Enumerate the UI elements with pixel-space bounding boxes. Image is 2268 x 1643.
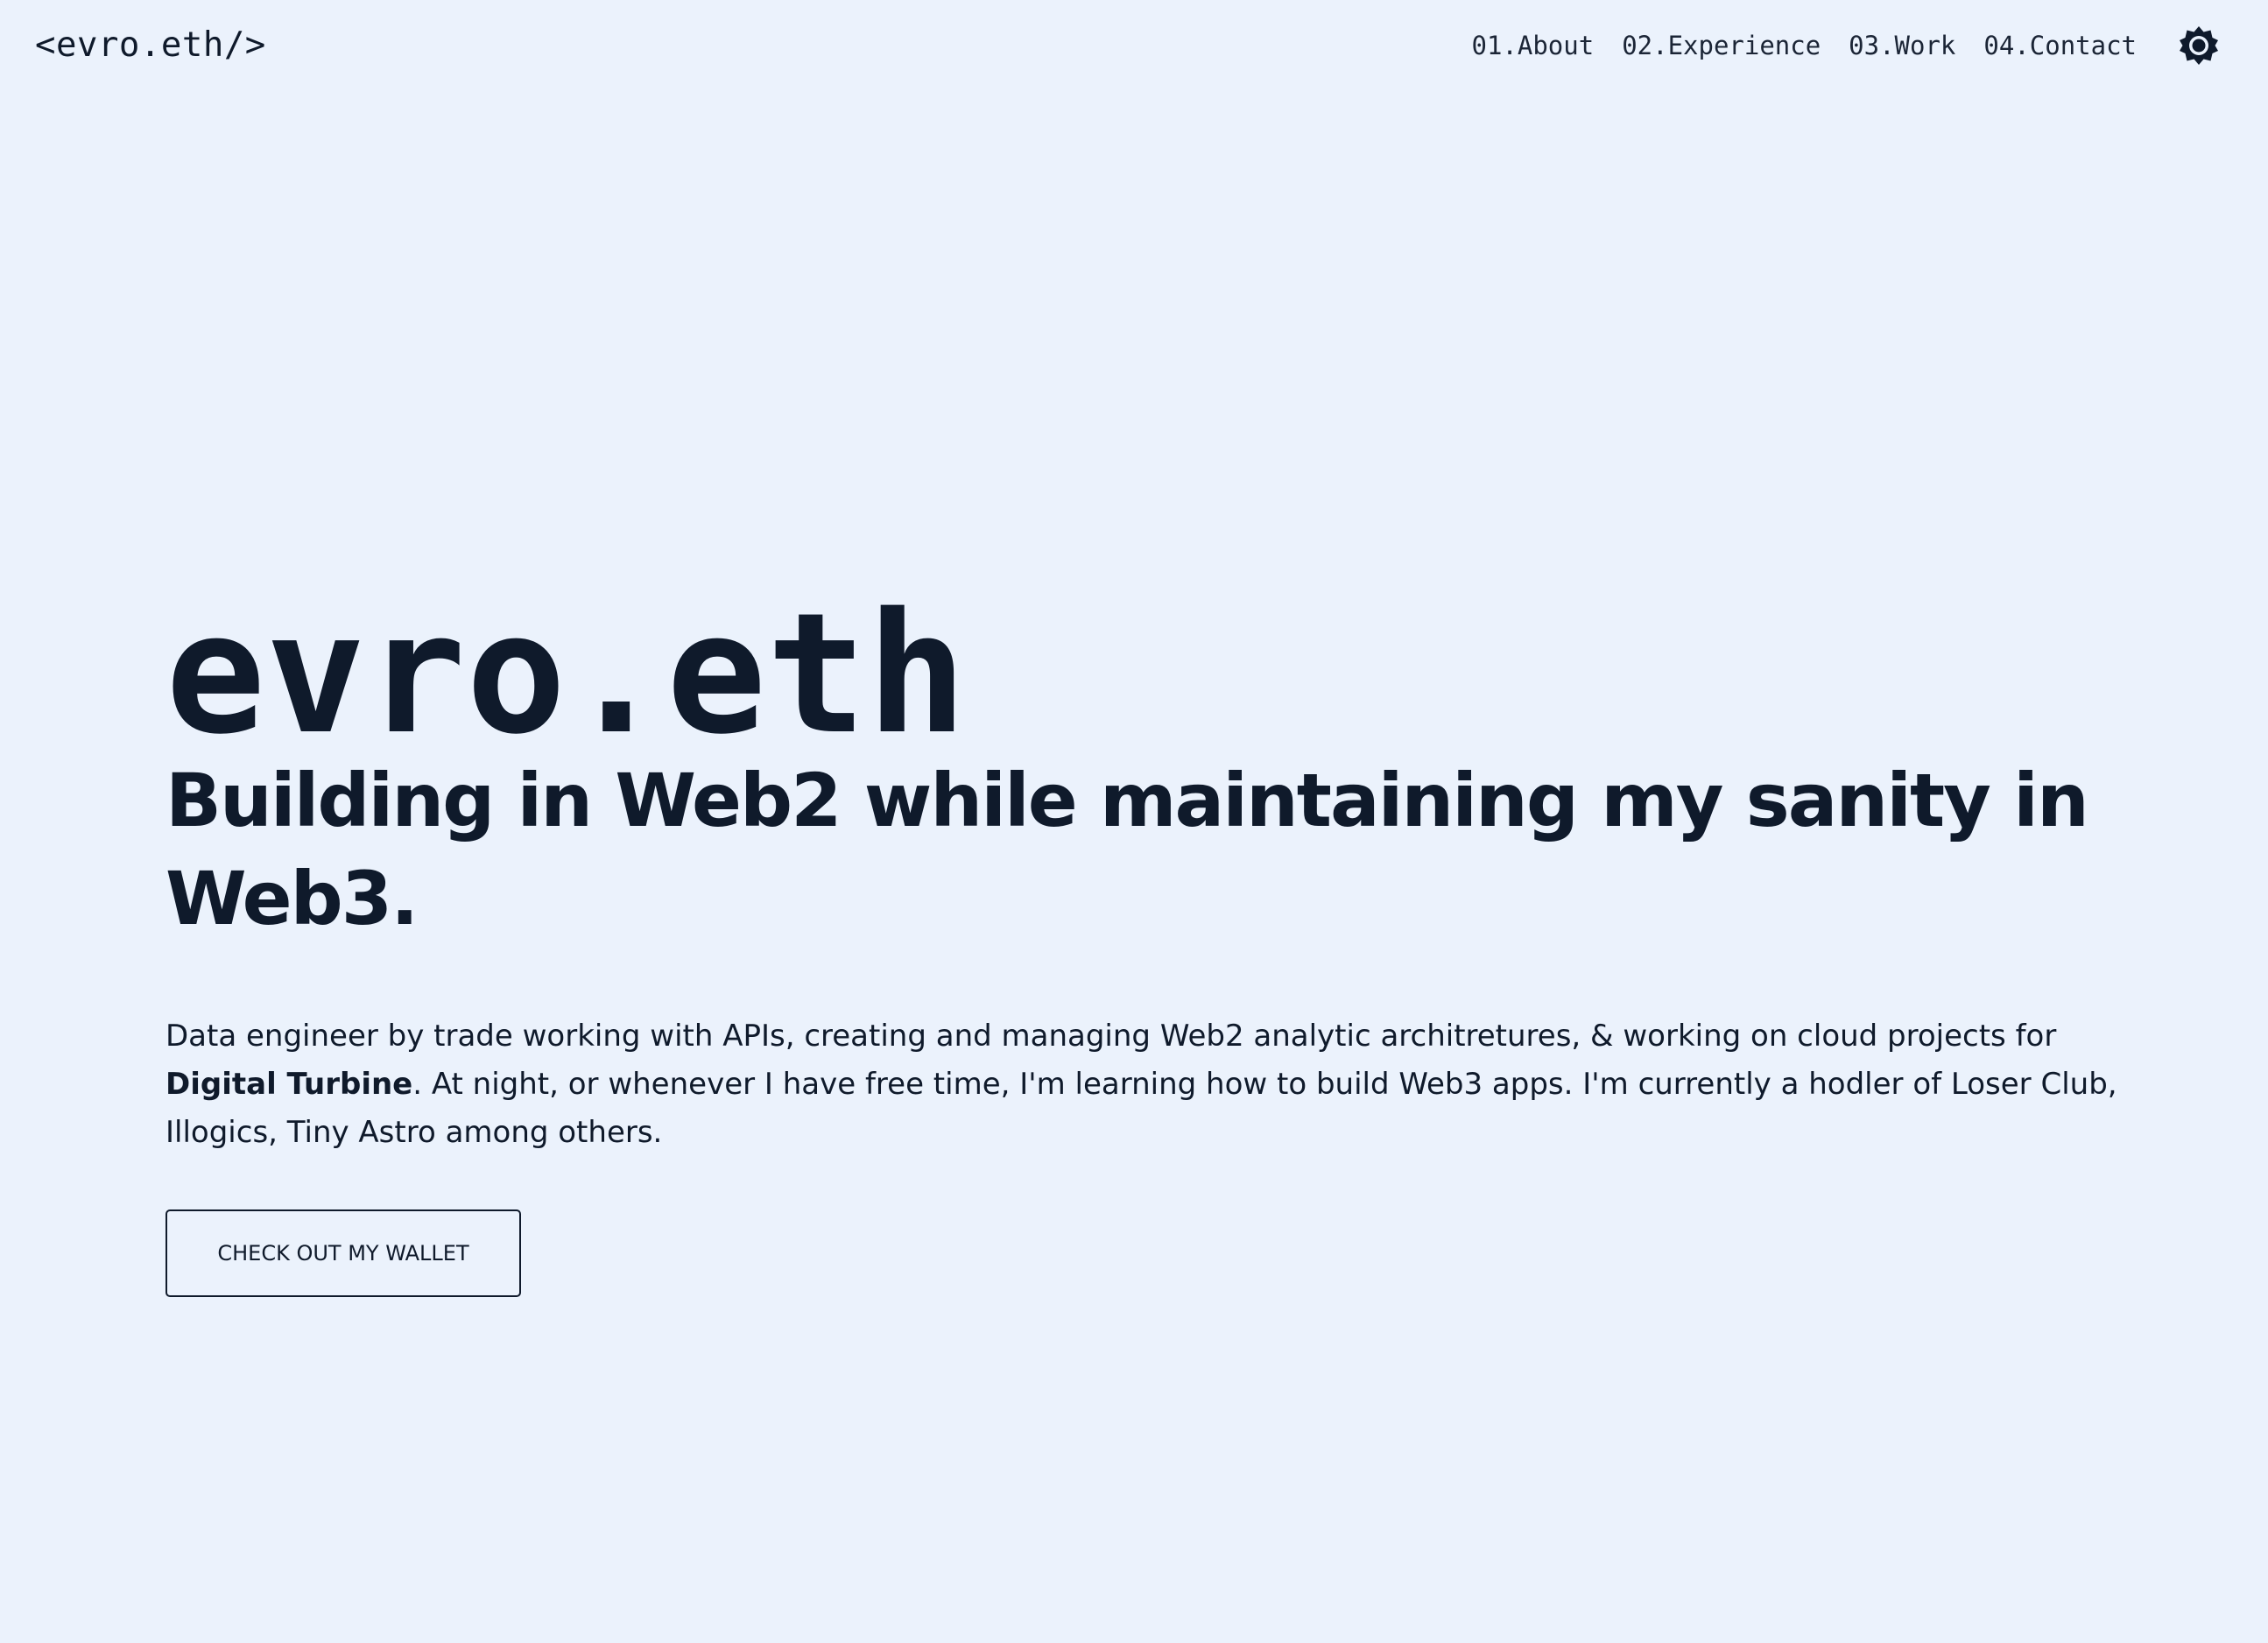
nav-link-work[interactable]: 03.Work [1849, 28, 1955, 63]
top-nav: <evro.eth/> 01.About 02.Experience 03.Wo… [0, 0, 2268, 91]
bio-company: Digital Turbine [166, 1067, 413, 1102]
bio-text-end: . At night, or whenever I have free time… [166, 1067, 2117, 1150]
check-wallet-button[interactable]: CHECK OUT MY WALLET [166, 1209, 521, 1297]
hero-tagline: Building in Web2 while maintaining my sa… [166, 758, 2089, 941]
site-logo[interactable]: <evro.eth/> [35, 25, 266, 67]
nav-links: 01.About 02.Experience 03.Work 04.Contac… [1472, 28, 2138, 63]
hero-name: evro.eth [166, 577, 968, 771]
hero-bio: Data engineer by trade working with APIs… [166, 1012, 2118, 1157]
nav-link-experience[interactable]: 02.Experience [1622, 28, 1821, 63]
bio-text-start: Data engineer by trade working with APIs… [166, 1019, 2057, 1054]
nav-link-about[interactable]: 01.About [1472, 28, 1595, 63]
hero-section: evro.eth Building in Web2 while maintain… [166, 587, 2118, 1297]
sun-icon[interactable] [2179, 25, 2219, 66]
nav-link-contact[interactable]: 04.Contact [1983, 28, 2137, 63]
